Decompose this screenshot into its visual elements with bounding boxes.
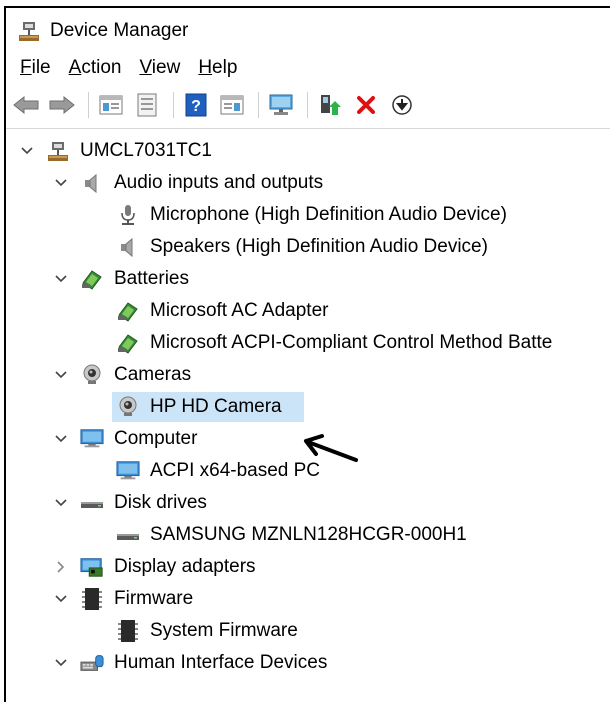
- toolbar-separator: [88, 92, 89, 118]
- tree-node-label: Microphone (High Definition Audio Device…: [150, 204, 507, 225]
- chevron-down-icon[interactable]: [52, 366, 70, 384]
- display-adapter-icon: [80, 555, 104, 579]
- tree-node-hp-hd-camera[interactable]: HP HD Camera: [6, 391, 610, 423]
- tree-node-ac-adapter[interactable]: Microsoft AC Adapter: [6, 295, 610, 327]
- chevron-right-icon[interactable]: [52, 558, 70, 576]
- chevron-down-icon[interactable]: [52, 430, 70, 448]
- battery-icon: [116, 299, 140, 323]
- menu-bar: File Action View Help: [6, 54, 610, 82]
- title-bar: Device Manager: [6, 8, 610, 54]
- tree-node-label: Firmware: [114, 588, 194, 609]
- tree-node-samsung-ssd[interactable]: SAMSUNG MZNLN128HCGR-000H1: [6, 519, 610, 551]
- device-tree: UMCL7031TC1 Audio inputs and outputs Mic…: [6, 129, 610, 679]
- firmware-chip-icon: [80, 587, 104, 611]
- disk-drive-icon: [116, 523, 140, 547]
- microphone-icon: [116, 203, 140, 227]
- tree-node-audio[interactable]: Audio inputs and outputs: [6, 167, 610, 199]
- properties-icon[interactable]: [131, 91, 163, 119]
- tree-node-label: Human Interface Devices: [114, 652, 328, 673]
- menu-view[interactable]: View: [135, 57, 194, 79]
- tree-node-label: Cameras: [114, 364, 192, 385]
- monitor-icon: [80, 427, 104, 451]
- tree-node-label: Computer: [114, 428, 198, 449]
- uninstall-icon[interactable]: [350, 91, 382, 119]
- help-icon[interactable]: ?: [180, 91, 212, 119]
- tree-node-system-firmware[interactable]: System Firmware: [6, 615, 610, 647]
- device-manager-app-icon: [18, 20, 40, 42]
- computer-tree-icon: [46, 139, 70, 163]
- tree-node-hid[interactable]: Human Interface Devices: [6, 647, 610, 679]
- chevron-down-icon[interactable]: [52, 174, 70, 192]
- tree-node-label: Batteries: [114, 268, 189, 289]
- tree-node-label: ACPI x64-based PC: [150, 460, 321, 481]
- chevron-down-icon[interactable]: [52, 270, 70, 288]
- menu-action[interactable]: Action: [65, 57, 136, 79]
- tree-node-batteries[interactable]: Batteries: [6, 263, 610, 295]
- battery-icon: [116, 331, 140, 355]
- hid-icon: [80, 651, 104, 675]
- tree-node-label: Speakers (High Definition Audio Device): [150, 236, 488, 257]
- device-manager-window: Device Manager File Action View Help ? U…: [4, 6, 610, 702]
- menu-file[interactable]: File: [16, 57, 65, 79]
- tree-node-microphone[interactable]: Microphone (High Definition Audio Device…: [6, 199, 610, 231]
- update-driver-icon[interactable]: [314, 91, 346, 119]
- tree-node-speakers[interactable]: Speakers (High Definition Audio Device): [6, 231, 610, 263]
- monitor-icon[interactable]: [265, 91, 297, 119]
- toolbar-separator: [258, 92, 259, 118]
- chevron-down-icon[interactable]: [52, 590, 70, 608]
- tree-node-label: UMCL7031TC1: [80, 140, 212, 161]
- tree-node-acpi-battery[interactable]: Microsoft ACPI-Compliant Control Method …: [6, 327, 610, 359]
- toolbar: ?: [6, 82, 610, 129]
- tree-node-label: Microsoft ACPI-Compliant Control Method …: [150, 332, 553, 353]
- tree-node-label: Audio inputs and outputs: [114, 172, 324, 193]
- menu-help[interactable]: Help: [194, 57, 251, 79]
- tree-node-label: Disk drives: [114, 492, 207, 513]
- toolbar-separator: [173, 92, 174, 118]
- disk-drive-icon: [80, 491, 104, 515]
- forward-icon[interactable]: [46, 91, 78, 119]
- tree-node-display-adapters[interactable]: Display adapters: [6, 551, 610, 583]
- toolbar-separator: [307, 92, 308, 118]
- svg-text:?: ?: [191, 98, 201, 115]
- speaker-icon: [80, 171, 104, 195]
- tree-node-label: System Firmware: [150, 620, 298, 641]
- tree-node-label: Microsoft AC Adapter: [150, 300, 329, 321]
- tree-node-firmware[interactable]: Firmware: [6, 583, 610, 615]
- monitor-icon: [116, 459, 140, 483]
- chevron-down-icon[interactable]: [18, 142, 36, 160]
- back-icon[interactable]: [10, 91, 42, 119]
- window-title: Device Manager: [50, 20, 189, 41]
- speaker-icon: [116, 235, 140, 259]
- tree-node-label: Display adapters: [114, 556, 256, 577]
- webcam-icon: [80, 363, 104, 387]
- chevron-down-icon[interactable]: [52, 494, 70, 512]
- download-icon[interactable]: [386, 91, 418, 119]
- tree-node-disk-drives[interactable]: Disk drives: [6, 487, 610, 519]
- action-pane-icon[interactable]: [216, 91, 248, 119]
- show-hide-tree-icon[interactable]: [95, 91, 127, 119]
- tree-node-cameras[interactable]: Cameras: [6, 359, 610, 391]
- firmware-chip-icon: [116, 619, 140, 643]
- chevron-down-icon[interactable]: [52, 654, 70, 672]
- tree-node-label: HP HD Camera: [150, 396, 282, 417]
- annotation-arrow-icon: [304, 434, 358, 462]
- battery-icon: [80, 267, 104, 291]
- tree-node-computer-root[interactable]: UMCL7031TC1: [6, 135, 610, 167]
- webcam-icon: [116, 395, 140, 419]
- tree-node-label: SAMSUNG MZNLN128HCGR-000H1: [150, 524, 467, 545]
